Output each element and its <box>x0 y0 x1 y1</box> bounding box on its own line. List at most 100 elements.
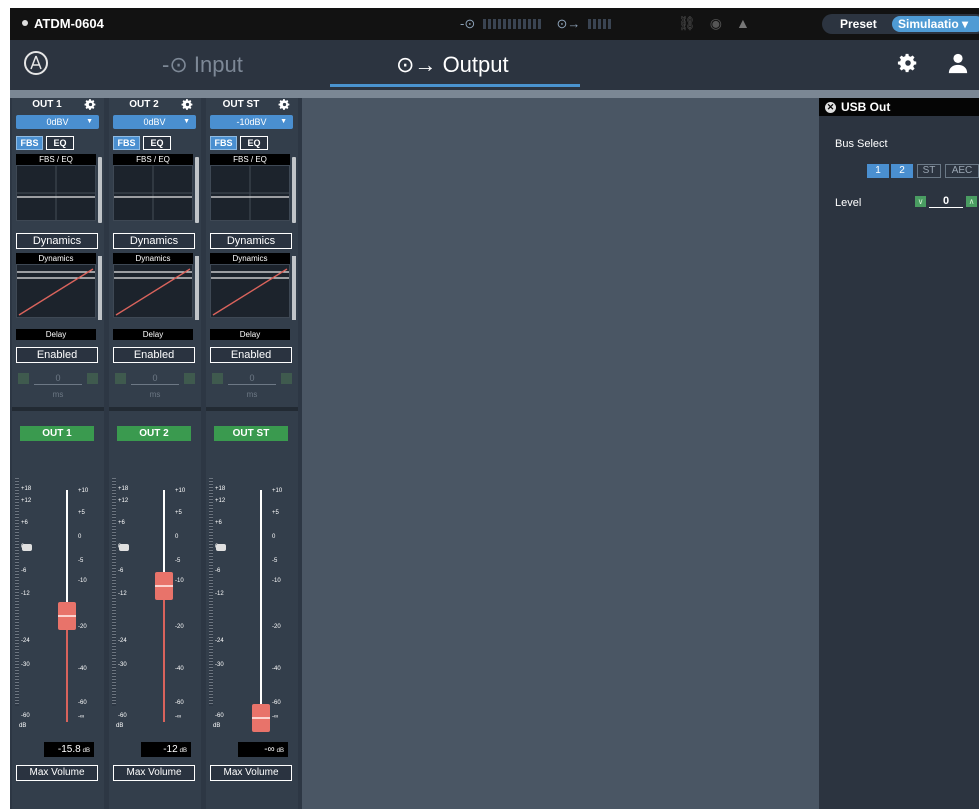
dynamics-scroll-handle[interactable] <box>98 256 102 320</box>
delay-decrement-icon[interactable] <box>115 373 126 384</box>
output-level-select[interactable]: 0dBV ▼ <box>113 115 196 129</box>
dynamics-graph[interactable] <box>113 264 193 318</box>
level-stepper[interactable]: ∨ 0 ∧ <box>915 195 979 208</box>
channel-header: OUT 2 <box>109 98 201 112</box>
fader-knob[interactable] <box>252 704 270 732</box>
output-badge: OUT ST <box>214 426 288 441</box>
scale-tick-label: -6 <box>21 568 27 574</box>
scale-tick-label: 0 <box>272 534 276 540</box>
user-icon[interactable] <box>947 52 969 74</box>
dynamics-graph[interactable] <box>210 264 290 318</box>
output-level-select[interactable]: -10dBV ▼ <box>210 115 293 129</box>
fader-knob[interactable] <box>155 572 173 600</box>
title-bar: ATDM-0604 -⊙ ⊙→ ⛓◉▲ Preset Simulaatio ▾ <box>10 8 979 40</box>
eq-button[interactable]: EQ <box>240 136 268 150</box>
fader-track[interactable] <box>163 490 165 722</box>
scale-tick-label: -30 <box>21 662 30 668</box>
status-icons: ⛓◉▲ <box>678 15 764 32</box>
active-tab-indicator <box>330 84 580 87</box>
delay-increment-icon[interactable] <box>87 373 98 384</box>
bus-button-1[interactable]: 1 <box>867 164 889 178</box>
scale-tick-label: -10 <box>272 578 281 584</box>
delay-title: Delay <box>113 329 193 340</box>
delay-increment-icon[interactable] <box>281 373 292 384</box>
graph-scroll-handle[interactable] <box>292 157 296 223</box>
fader-track[interactable] <box>260 490 262 722</box>
fader-value[interactable]: -∞ dB <box>238 742 288 757</box>
eq-graph[interactable] <box>210 165 290 221</box>
channel-settings-gear-icon[interactable] <box>84 98 97 111</box>
dynamics-button[interactable]: Dynamics <box>16 233 98 249</box>
max-volume-button[interactable]: Max Volume <box>210 765 292 781</box>
fbs-button[interactable]: FBS <box>16 136 43 150</box>
scale-tick-label: +6 <box>215 520 222 526</box>
mute-icon <box>119 544 129 551</box>
nav-bar: -⊙ Input ⊙→ Output <box>10 40 979 90</box>
dynamics-button[interactable]: Dynamics <box>113 233 195 249</box>
delay-unit: ms <box>246 390 258 399</box>
scale-tick-label: +18 <box>118 486 129 492</box>
delay-enabled-button[interactable]: Enabled <box>113 347 195 363</box>
delay-stepper[interactable]: 0 <box>212 373 292 385</box>
bus-button-aec[interactable]: AEC <box>945 164 979 178</box>
input-meter-icon: -⊙ <box>460 16 476 31</box>
dynamics-scroll-handle[interactable] <box>292 256 296 320</box>
fader-knob[interactable] <box>58 602 76 630</box>
delay-value[interactable]: 0 <box>131 373 179 385</box>
scale-tick-label: +12 <box>118 498 129 504</box>
preset-select[interactable]: Simulaatio ▾ <box>892 16 979 32</box>
graph-scroll-handle[interactable] <box>195 157 199 223</box>
level-decrement-icon[interactable]: ∨ <box>915 196 926 207</box>
graph-scroll-handle[interactable] <box>98 157 102 223</box>
fader-value[interactable]: -15.8 dB <box>44 742 94 757</box>
scale-tick-label: -∞ <box>272 714 279 720</box>
channel-strip-out2: OUT 2 0dBV ▼ FBS EQ FBS / EQ Dynamics Dyn… <box>109 98 201 809</box>
channel-header: OUT 1 <box>12 98 104 112</box>
close-icon[interactable]: ✕ <box>825 102 836 113</box>
scale-tick-label: +6 <box>21 520 28 526</box>
delay-value[interactable]: 0 <box>228 373 276 385</box>
level-value[interactable]: 0 <box>929 195 963 208</box>
eq-button[interactable]: EQ <box>46 136 74 150</box>
delay-decrement-icon[interactable] <box>212 373 223 384</box>
eq-graph[interactable] <box>16 165 96 221</box>
fbs-button[interactable]: FBS <box>113 136 140 150</box>
scale-tick-label: -6 <box>215 568 221 574</box>
channel-settings-gear-icon[interactable] <box>181 98 194 111</box>
max-volume-button[interactable]: Max Volume <box>113 765 195 781</box>
delay-increment-icon[interactable] <box>184 373 195 384</box>
settings-gear-icon[interactable] <box>897 52 919 74</box>
scale-tick-label: -60 <box>21 713 30 719</box>
max-volume-button[interactable]: Max Volume <box>16 765 98 781</box>
dynamics-button[interactable]: Dynamics <box>210 233 292 249</box>
delay-stepper[interactable]: 0 <box>18 373 98 385</box>
dynamics-title: Dynamics <box>210 253 290 264</box>
dynamics-graph[interactable] <box>16 264 96 318</box>
bus-button-2[interactable]: 2 <box>891 164 913 178</box>
output-level-select[interactable]: 0dBV ▼ <box>16 115 99 129</box>
scale-tick-label: +12 <box>21 498 32 504</box>
channel-settings-gear-icon[interactable] <box>278 98 291 111</box>
delay-decrement-icon[interactable] <box>18 373 29 384</box>
tab-input[interactable]: -⊙ Input <box>162 52 243 78</box>
delay-enabled-button[interactable]: Enabled <box>210 347 292 363</box>
fader-value[interactable]: -12 dB <box>141 742 191 757</box>
fbs-eq-title: FBS / EQ <box>113 154 193 165</box>
level-increment-icon[interactable]: ∧ <box>966 196 977 207</box>
eq-graph[interactable] <box>113 165 193 221</box>
delay-stepper[interactable]: 0 <box>115 373 195 385</box>
preset-control[interactable]: Preset Simulaatio ▾ <box>822 14 979 34</box>
delay-value[interactable]: 0 <box>34 373 82 385</box>
fbs-button[interactable]: FBS <box>210 136 237 150</box>
bus-button-st[interactable]: ST <box>917 164 941 178</box>
scale-tick-label: -10 <box>175 578 184 584</box>
level-meter <box>15 478 19 706</box>
delay-enabled-button[interactable]: Enabled <box>16 347 98 363</box>
dynamics-scroll-handle[interactable] <box>195 256 199 320</box>
scale-tick-label: -60 <box>118 713 127 719</box>
eq-button[interactable]: EQ <box>143 136 171 150</box>
scale-tick-label: 0 <box>78 534 82 540</box>
tab-output[interactable]: ⊙→ Output <box>396 52 509 78</box>
dropdown-arrow-icon: ▼ <box>280 118 287 125</box>
scale-tick-label: -12 <box>118 591 127 597</box>
